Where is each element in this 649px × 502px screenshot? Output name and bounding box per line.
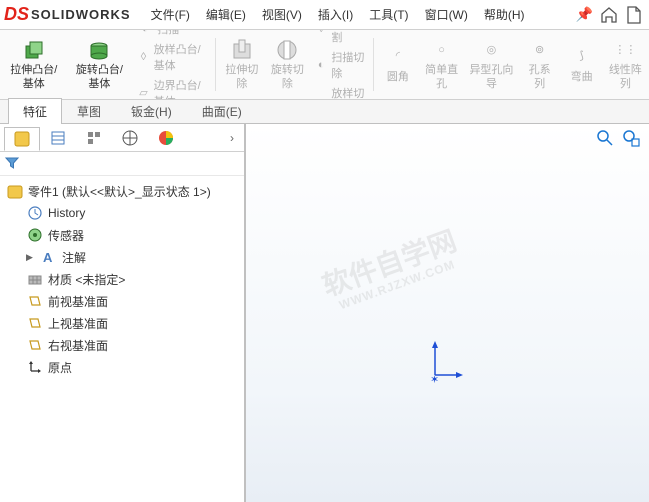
menu-window[interactable]: 窗口(W) xyxy=(417,2,476,27)
annotations-icon: A xyxy=(40,248,58,266)
extrude-boss-button[interactable]: 拉伸凸台/基体 xyxy=(2,34,66,95)
tree-front-plane[interactable]: 前视基准面 xyxy=(2,290,242,312)
feature-tree: 零件1 (默认<<默认>_显示状态 1>) History 传感器 ▶ A 注解… xyxy=(0,176,244,382)
tree-root-label: 零件1 (默认<<默认>_显示状态 1>) xyxy=(28,183,211,200)
feature-manager-panel: › 零件1 (默认<<默认>_显示状态 1>) History 传感器 ▶ A … xyxy=(0,124,246,502)
tree-root[interactable]: 零件1 (默认<<默认>_显示状态 1>) xyxy=(2,180,242,202)
ribbon-separator xyxy=(215,38,216,91)
menu-insert[interactable]: 插入(I) xyxy=(310,2,361,27)
cut-revolve-icon xyxy=(275,38,299,62)
menu-help[interactable]: 帮助(H) xyxy=(476,2,533,27)
tree-origin[interactable]: 原点 xyxy=(2,356,242,378)
menu-edit[interactable]: 编辑(E) xyxy=(198,2,254,27)
cut-boundary-button: ▱放样切割 xyxy=(311,84,369,101)
svg-text:A: A xyxy=(43,250,53,265)
svg-text:✶: ✶ xyxy=(430,374,439,385)
boundary-button: ▱边界凸台/基体 xyxy=(133,76,211,101)
origin-icon xyxy=(26,358,44,376)
hole-series-icon: ⊚ xyxy=(528,38,552,62)
tree-right-plane[interactable]: 右视基准面 xyxy=(2,334,242,356)
sweep-button: ◐扫描 xyxy=(133,30,211,38)
wrap-button: ⟆弯曲 xyxy=(562,34,602,95)
loft-button: ◊放样凸台/基体 xyxy=(133,40,211,74)
panel-tab-display[interactable] xyxy=(148,126,184,150)
hole-series-button: ⊚孔系列 xyxy=(520,34,560,95)
origin-triad: ✶ xyxy=(425,335,465,385)
panel-tab-config[interactable] xyxy=(76,126,112,150)
tree-history[interactable]: History xyxy=(2,202,242,224)
document-icon[interactable] xyxy=(625,5,643,25)
shell-button: ◎异型孔向导 xyxy=(465,34,517,95)
tree-annotations[interactable]: ▶ A 注解 xyxy=(2,246,242,268)
ribbon: 拉伸凸台/基体 旋转凸台/基体 ◐扫描 ◊放样凸台/基体 ▱边界凸台/基体 拉伸… xyxy=(0,30,649,100)
extrude-label: 拉伸凸台/基体 xyxy=(6,64,62,90)
history-icon xyxy=(26,204,44,222)
plane-icon xyxy=(26,314,44,332)
menu-file[interactable]: 文件(F) xyxy=(143,2,198,27)
app-name: SOLIDWORKS xyxy=(31,7,131,22)
tab-feature[interactable]: 特征 xyxy=(8,98,62,124)
plane-icon xyxy=(26,336,44,354)
watermark: 软件自学网 WWW.RJZXW.COM xyxy=(318,226,465,315)
menubar-right: 📌 xyxy=(576,5,643,25)
ribbon-cut-small: ◊放样切割 ◐扫描切除 ▱放样切割 xyxy=(311,34,369,95)
command-tabstrip: 特征 草图 钣金(H) 曲面(E) xyxy=(0,100,649,124)
revolve-boss-button[interactable]: 旋转凸台/基体 xyxy=(68,34,132,95)
menu-items: 文件(F) 编辑(E) 视图(V) 插入(I) 工具(T) 窗口(W) 帮助(H… xyxy=(143,2,533,27)
panel-tab-property[interactable] xyxy=(40,126,76,150)
panel-tab-feature-tree[interactable] xyxy=(4,127,40,151)
tab-surface[interactable]: 曲面(E) xyxy=(187,98,257,124)
tree-sensors[interactable]: 传感器 xyxy=(2,224,242,246)
panel-chevron-right-icon[interactable]: › xyxy=(224,131,240,145)
graphics-area[interactable]: 软件自学网 WWW.RJZXW.COM ✶ xyxy=(246,124,649,502)
hole-wizard-icon: ◎ xyxy=(479,38,503,62)
menubar: DS SOLIDWORKS 文件(F) 编辑(E) 视图(V) 插入(I) 工具… xyxy=(0,0,649,30)
cut-sweep-button: ◐扫描切除 xyxy=(311,48,369,82)
cut-revolve-button: 旋转切除 xyxy=(266,34,309,95)
hole-simple-icon: ○ xyxy=(430,38,454,62)
home-icon[interactable] xyxy=(599,5,619,25)
workspace: › 零件1 (默认<<默认>_显示状态 1>) History 传感器 ▶ A … xyxy=(0,124,649,502)
cut-extrude-button: 拉伸切除 xyxy=(220,34,263,95)
expand-icon[interactable]: ▶ xyxy=(26,252,36,263)
zoom-area-icon[interactable] xyxy=(621,128,641,148)
pin-icon[interactable]: 📌 xyxy=(576,6,593,23)
fillet-icon: ◜ xyxy=(386,45,410,69)
loft-icon: ◊ xyxy=(137,49,149,65)
filter-row xyxy=(0,152,244,176)
tree-material[interactable]: 材质 <未指定> xyxy=(2,268,242,290)
tree-top-plane[interactable]: 上视基准面 xyxy=(2,312,242,334)
material-icon xyxy=(26,270,44,288)
logo-ds-icon: DS xyxy=(4,4,29,25)
menu-view[interactable]: 视图(V) xyxy=(254,2,310,27)
zoom-fit-icon[interactable] xyxy=(595,128,615,148)
filter-icon[interactable] xyxy=(4,155,22,173)
sweep-icon: ◐ xyxy=(137,30,153,37)
wrap-icon: ⟆ xyxy=(570,45,594,69)
revolve-icon xyxy=(87,38,111,62)
fillet-button: ◜圆角 xyxy=(378,34,418,95)
app-logo: DS SOLIDWORKS xyxy=(4,4,131,25)
cut-loft-button: ◊放样切割 xyxy=(311,30,369,46)
view-tools xyxy=(595,128,641,148)
cut-sweep-icon: ◐ xyxy=(315,57,327,73)
cut-boundary-icon: ▱ xyxy=(315,93,327,101)
panel-tab-dimxpert[interactable] xyxy=(112,126,148,150)
menu-tools[interactable]: 工具(T) xyxy=(361,2,416,27)
lpattern-icon: ⋮⋮ xyxy=(613,38,637,62)
sensors-icon xyxy=(26,226,44,244)
plane-icon xyxy=(26,292,44,310)
tab-sheetmetal[interactable]: 钣金(H) xyxy=(116,98,187,124)
ribbon-boss-small: ◐扫描 ◊放样凸台/基体 ▱边界凸台/基体 xyxy=(133,34,211,95)
lpattern-button: ⋮⋮线性阵列 xyxy=(604,34,647,95)
ribbon-separator-2 xyxy=(373,38,374,91)
panel-tab-row: › xyxy=(0,124,244,152)
cut-loft-icon: ◊ xyxy=(315,30,327,37)
cut-extrude-icon xyxy=(230,38,254,62)
revolve-label: 旋转凸台/基体 xyxy=(72,64,128,90)
part-icon xyxy=(6,182,24,200)
chamfer-button: ○简单直孔 xyxy=(420,34,463,95)
tab-sketch[interactable]: 草图 xyxy=(62,98,116,124)
extrude-icon xyxy=(22,38,46,62)
